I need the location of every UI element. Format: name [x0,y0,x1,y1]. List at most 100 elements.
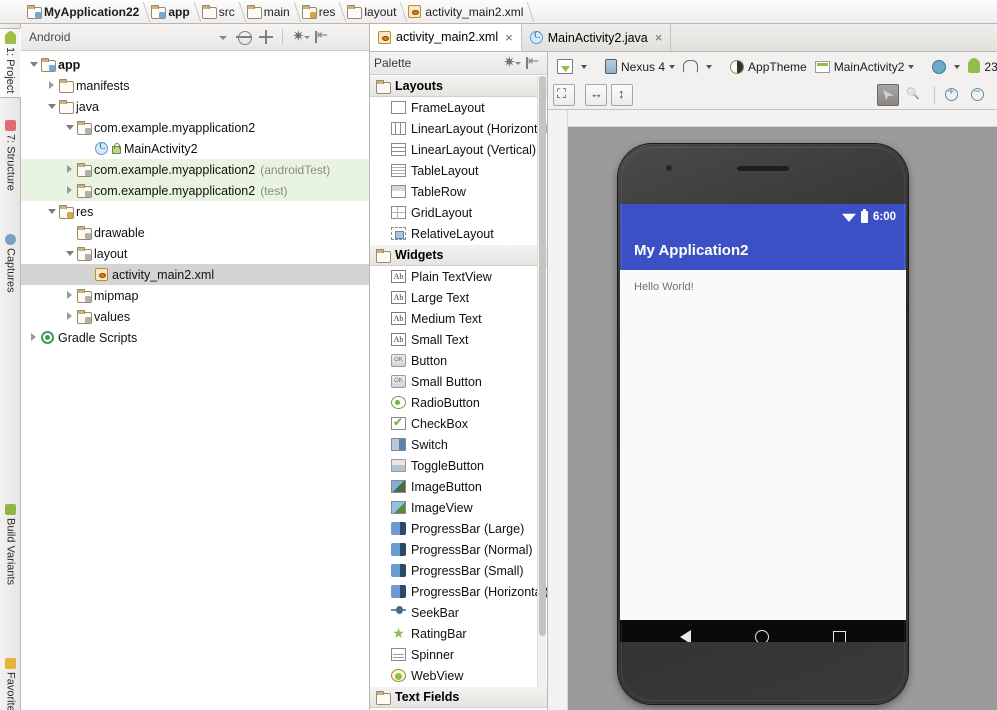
close-icon[interactable]: × [505,30,513,45]
tree-node-manifests[interactable]: manifests [21,75,369,96]
breadcrumb-item-4[interactable]: res [297,0,343,24]
tree-node-drawable[interactable]: drawable [21,222,369,243]
device-screen[interactable]: 6:00 My Application2 Hello World! [620,204,906,642]
scrollbar-thumb[interactable] [539,76,546,636]
zoom-out-button[interactable] [966,84,988,106]
canvas-surface[interactable]: 6:00 My Application2 Hello World! [568,127,997,710]
chevron-right-icon[interactable] [63,285,77,306]
gear-icon[interactable] [501,53,521,72]
chevron-down-icon[interactable] [45,96,59,117]
tree-node-app[interactable]: app [21,54,369,75]
palette-group-widgets[interactable]: Widgets [370,244,547,266]
recents-square-icon[interactable] [833,630,846,642]
palette-item-seekbar[interactable]: SeekBar [370,602,547,623]
close-icon[interactable]: × [655,30,663,45]
device-selector[interactable]: Nexus 4 [601,56,679,78]
palette-item-ratingbar[interactable]: ★ RatingBar [370,623,547,644]
palette-item-progressbar-large[interactable]: ProgressBar (Large) [370,518,547,539]
device-configuration-button[interactable] [553,56,591,78]
tool-window-button-captures[interactable]: Captures [0,230,21,297]
palette-item-progressbar-horizontal[interactable]: ProgressBar (Horizontal) [370,581,547,602]
back-triangle-icon[interactable] [680,630,691,642]
zoom-height-button[interactable] [611,84,633,106]
palette-item-plain-textview[interactable]: Ab Plain TextView [370,266,547,287]
palette-group-text-fields[interactable]: Text Fields [370,686,547,708]
chevron-down-icon[interactable] [63,117,77,138]
palette-item-spinner[interactable]: Spinner [370,644,547,665]
tool-window-button-project[interactable]: 1: Project [0,28,21,99]
tree-node-com-example-myapplication2[interactable]: com.example.myapplication2 (test) [21,180,369,201]
expand-button[interactable] [257,28,275,46]
palette-item-linearlayout-horizontal[interactable]: LinearLayout (Horizontal) [370,118,547,139]
chevron-down-icon[interactable] [45,201,59,222]
chevron-right-icon[interactable] [63,159,77,180]
palette-item-small-text[interactable]: Ab Small Text [370,329,547,350]
palette-item-radiobutton[interactable]: RadioButton [370,392,547,413]
hide-panel-icon[interactable] [312,27,330,46]
gear-icon[interactable] [290,27,310,46]
tool-window-button-build-variants[interactable]: Build Variants [0,500,21,589]
hide-panel-icon[interactable] [523,53,541,72]
api-level-selector[interactable]: 23 [964,56,997,78]
palette-item-framelayout[interactable]: FrameLayout [370,97,547,118]
palette-group-layouts[interactable]: Layouts [370,75,547,97]
zoom-width-button[interactable] [585,84,607,106]
collapse-all-button[interactable] [235,28,253,46]
palette-item-progressbar-normal[interactable]: ProgressBar (Normal) [370,539,547,560]
select-mode-button[interactable] [877,84,899,106]
palette-item-togglebutton[interactable]: ToggleButton [370,455,547,476]
breadcrumb-item-0[interactable]: MyApplication22 [22,0,146,24]
palette-item-progressbar-small[interactable]: ProgressBar (Small) [370,560,547,581]
tree-node-activity-main2-xml[interactable]: activity_main2.xml [21,264,369,285]
tree-node-java[interactable]: java [21,96,369,117]
chevron-down-icon[interactable] [27,54,41,75]
palette-scrollbar[interactable] [537,76,546,687]
zoom-in-button[interactable] [940,84,962,106]
palette-item-relativelayout[interactable]: RelativeLayout [370,223,547,244]
breadcrumb-item-5[interactable]: layout [342,0,403,24]
hello-world-textview[interactable]: Hello World! [634,281,892,293]
palette-item-medium-text[interactable]: Ab Medium Text [370,308,547,329]
breadcrumb-item-2[interactable]: src [197,0,242,24]
tree-node-layout[interactable]: layout [21,243,369,264]
project-view-selector[interactable]: Android [25,27,233,48]
theme-selector[interactable]: AppTheme [726,56,811,78]
tree-node-com-example-myapplication2[interactable]: com.example.myapplication2 [21,117,369,138]
palette-item-imageview[interactable]: ImageView [370,497,547,518]
breadcrumb-item-1[interactable]: app [146,0,196,24]
palette-item-linearlayout-vertical[interactable]: LinearLayout (Vertical) [370,139,547,160]
palette-item-imagebutton[interactable]: ImageButton [370,476,547,497]
orientation-selector[interactable] [679,56,716,78]
chevron-right-icon[interactable] [63,306,77,327]
palette-item-switch[interactable]: Switch [370,434,547,455]
chevron-right-icon[interactable] [63,180,77,201]
tree-node-values[interactable]: values [21,306,369,327]
zoom-actual-button[interactable] [903,84,925,106]
screen-content[interactable]: Hello World! [620,270,906,620]
palette-item-webview[interactable]: WebView [370,665,547,686]
home-circle-icon[interactable] [755,630,769,642]
editor-tab-activity-main2-xml[interactable]: activity_main2.xml × [370,24,522,51]
breadcrumb-item-6[interactable]: activity_main2.xml [403,0,530,24]
activity-selector[interactable]: MainActivity2 [811,56,919,78]
breadcrumb-item-3[interactable]: main [242,0,297,24]
chevron-right-icon[interactable] [27,327,41,348]
tree-node-gradle-scripts[interactable]: Gradle Scripts [21,327,369,348]
palette-item-gridlayout[interactable]: GridLayout [370,202,547,223]
palette-item-checkbox[interactable]: CheckBox [370,413,547,434]
palette-item-tablelayout[interactable]: TableLayout [370,160,547,181]
palette-item-small-button[interactable]: OK Small Button [370,371,547,392]
chevron-down-icon[interactable] [63,243,77,264]
palette-item-large-text[interactable]: Ab Large Text [370,287,547,308]
tree-node-mipmap[interactable]: mipmap [21,285,369,306]
tree-node-mainactivity2[interactable]: MainActivity2 [21,138,369,159]
design-canvas[interactable]: 6:00 My Application2 Hello World! [548,110,997,710]
chevron-right-icon[interactable] [45,75,59,96]
locale-selector[interactable] [928,56,964,78]
editor-tab-mainactivity2-java[interactable]: MainActivity2.java × [522,24,672,51]
tree-node-com-example-myapplication2[interactable]: com.example.myapplication2 (androidTest) [21,159,369,180]
tool-window-button-structure[interactable]: 7: Structure [0,116,21,195]
tree-node-res[interactable]: res [21,201,369,222]
tool-window-button-favorites[interactable]: Favorites [0,654,21,710]
zoom-to-fit-button[interactable] [553,84,575,106]
